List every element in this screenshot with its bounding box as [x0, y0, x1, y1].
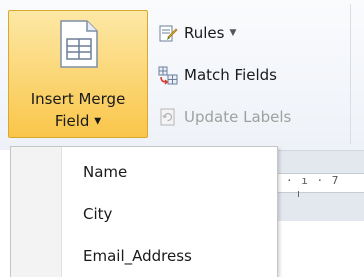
document-table-icon — [57, 19, 101, 69]
match-fields-label: Match Fields — [184, 66, 277, 84]
rules-button[interactable]: Rules ▼ — [158, 20, 236, 46]
chevron-down-icon: ▼ — [229, 28, 237, 38]
update-labels-label: Update Labels — [184, 108, 292, 126]
chevron-down-icon: ▼ — [94, 116, 102, 127]
update-labels-icon — [158, 107, 178, 127]
update-labels-button[interactable]: Update Labels — [158, 104, 291, 130]
menu-item-name[interactable]: Name — [61, 153, 277, 191]
insert-merge-field-label-2-text: Field — [54, 112, 90, 130]
match-fields-icon — [158, 65, 178, 85]
ruler-marks: · ı · 7 — [286, 174, 340, 187]
insert-merge-field-label-2: Field ▼ — [9, 111, 147, 132]
rules-label: Rules — [184, 24, 225, 42]
ruler-tick — [298, 191, 299, 197]
menu-item-email-address[interactable]: Email_Address — [61, 237, 277, 275]
ruler: · ı · 7 — [272, 150, 364, 221]
merge-field-dropdown: Name City Email_Address — [10, 146, 278, 277]
insert-merge-field-label-1: Insert Merge — [30, 90, 126, 108]
ribbon-separator — [350, 4, 351, 144]
menu-gutter — [11, 147, 62, 277]
match-fields-button[interactable]: Match Fields — [158, 62, 277, 88]
menu-item-city[interactable]: City — [61, 195, 277, 233]
rules-icon — [158, 23, 178, 43]
insert-merge-field-button[interactable]: Insert Merge Field ▼ — [8, 10, 148, 138]
